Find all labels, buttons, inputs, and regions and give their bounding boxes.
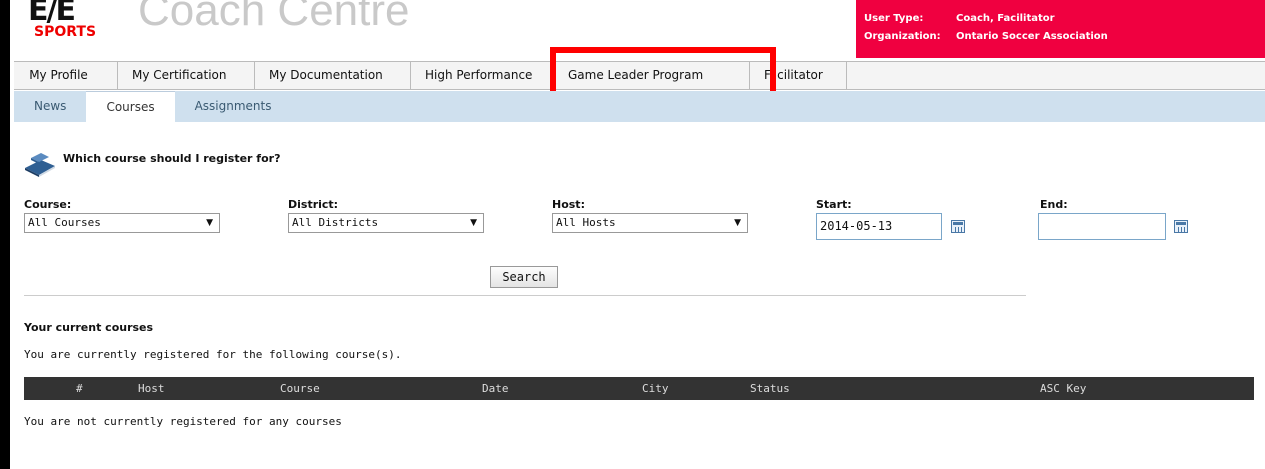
- host-select[interactable]: All Hosts ▼: [552, 213, 748, 233]
- column-header-course[interactable]: Course: [280, 377, 320, 400]
- course-filter-label: Course:: [24, 198, 72, 211]
- calendar-icon[interactable]: [951, 220, 965, 233]
- user-type-row: User Type: Coach, Facilitator: [864, 9, 1265, 27]
- start-date-input[interactable]: 2014-05-13: [816, 213, 942, 240]
- organization-label: Organization:: [864, 30, 941, 42]
- organization-value: Ontario Soccer Association: [956, 30, 1108, 42]
- dropdown-arrow-icon: ▼: [734, 218, 741, 228]
- site-title: Coach Centre: [138, 0, 410, 35]
- host-select-value: All Hosts: [556, 216, 616, 229]
- dropdown-arrow-icon: ▼: [470, 218, 477, 228]
- logo-mark: E/E: [28, 0, 76, 24]
- main-nav: My Profile My Certification My Documenta…: [14, 61, 1265, 90]
- no-courses-message: You are not currently registered for any…: [24, 415, 342, 428]
- course-select[interactable]: All Courses ▼: [24, 213, 220, 233]
- user-type-label: User Type:: [864, 12, 924, 24]
- dropdown-arrow-icon: ▼: [206, 218, 213, 228]
- end-date-input[interactable]: [1038, 213, 1166, 240]
- column-header-number[interactable]: #: [76, 377, 83, 400]
- course-select-value: All Courses: [28, 216, 101, 229]
- user-info-panel: User Type: Coach, Facilitator Organizati…: [856, 0, 1265, 58]
- end-date-label: End:: [1040, 198, 1068, 211]
- sub-nav: News Courses Assignments: [14, 91, 1265, 122]
- divider: [24, 295, 1026, 296]
- courses-table-header: # Host Course Date City Status ASC Key: [24, 377, 1254, 400]
- left-edge-gap: [10, 0, 13, 469]
- district-select[interactable]: All Districts ▼: [288, 213, 484, 233]
- which-course-link[interactable]: Which course should I register for?: [63, 152, 280, 165]
- current-courses-text: You are currently registered for the fol…: [24, 348, 402, 361]
- tab-facilitator[interactable]: Facilitator: [750, 62, 847, 89]
- subtab-assignments[interactable]: Assignments: [175, 91, 292, 122]
- column-header-city[interactable]: City: [642, 377, 669, 400]
- logo[interactable]: E/E SPORTS: [28, 0, 128, 52]
- calendar-icon[interactable]: [1174, 220, 1188, 233]
- column-header-date[interactable]: Date: [482, 377, 509, 400]
- courses-content: Which course should I register for? Cour…: [14, 122, 1265, 469]
- column-header-status[interactable]: Status: [750, 377, 790, 400]
- column-header-asc-key[interactable]: ASC Key: [1040, 377, 1086, 400]
- search-button[interactable]: Search: [490, 266, 558, 288]
- subtab-news[interactable]: News: [14, 91, 86, 122]
- start-date-label: Start:: [816, 198, 852, 211]
- subtab-courses[interactable]: Courses: [86, 91, 175, 122]
- tab-my-profile[interactable]: My Profile: [14, 62, 118, 89]
- current-courses-title: Your current courses: [24, 321, 154, 334]
- book-icon: [25, 153, 55, 177]
- tab-my-certification[interactable]: My Certification: [118, 62, 255, 89]
- tab-high-performance[interactable]: High Performance: [411, 62, 554, 89]
- organization-row: Organization: Ontario Soccer Association: [864, 27, 1265, 45]
- user-type-value: Coach, Facilitator: [956, 12, 1055, 24]
- tab-my-documentation[interactable]: My Documentation: [255, 62, 411, 89]
- district-filter-label: District:: [288, 198, 339, 211]
- logo-text: SPORTS: [34, 24, 97, 40]
- host-filter-label: Host:: [552, 198, 585, 211]
- left-edge: [0, 0, 10, 469]
- tab-game-leader-program[interactable]: Game Leader Program: [554, 62, 750, 89]
- district-select-value: All Districts: [292, 216, 379, 229]
- column-header-host[interactable]: Host: [138, 377, 165, 400]
